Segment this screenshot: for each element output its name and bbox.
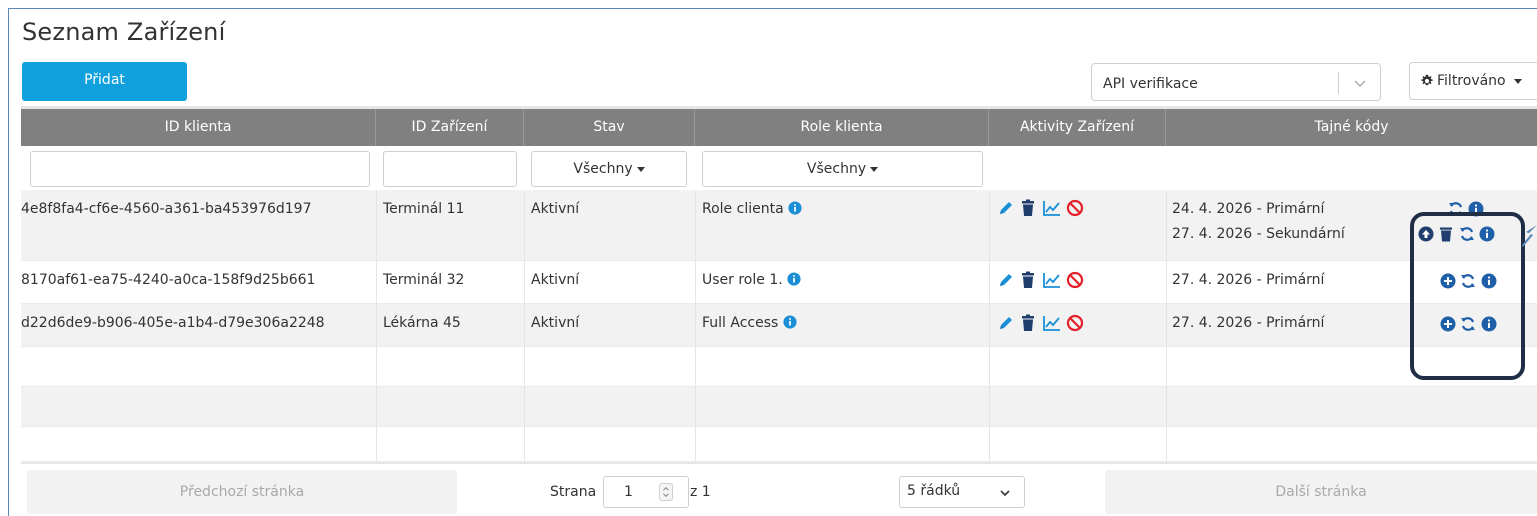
status-cell: Aktivní (531, 272, 580, 288)
caret-down-icon (636, 166, 645, 172)
column-header-role[interactable]: Role klienta (695, 109, 989, 146)
empty-row (21, 347, 1537, 387)
info-icon[interactable] (787, 272, 801, 286)
device-id-cell: Terminál 11 (383, 201, 465, 217)
chart-icon[interactable] (1042, 271, 1062, 289)
page-count-label: z 1 (690, 484, 711, 500)
page-label: Strana (550, 484, 597, 500)
table-header: ID klienta ID Zařízení Stav Role klienta… (21, 109, 1537, 146)
select-separator (1338, 72, 1339, 94)
chevron-down-icon (1000, 490, 1010, 497)
column-divider (989, 190, 990, 462)
role-filter-select[interactable]: Všechny (702, 151, 983, 187)
secret-primary: 27. 4. 2026 - Primární (1172, 272, 1325, 288)
device-id-cell: Lékárna 45 (383, 315, 461, 331)
client-id-cell: 8170af61-ea75-4240-a0ca-158f9d25b661 (21, 272, 316, 288)
device-id-filter-input[interactable] (383, 151, 517, 187)
add-button[interactable]: Přidat (22, 62, 187, 101)
rows-per-page-select[interactable]: 5 řádků (899, 476, 1025, 508)
gear-icon (1421, 74, 1433, 86)
prev-page-button[interactable]: Předchozí stránka (27, 470, 457, 514)
secret-primary: 24. 4. 2026 - Primární (1172, 201, 1325, 217)
info-icon[interactable] (783, 315, 797, 329)
pencil-icon[interactable] (997, 314, 1015, 332)
trash-icon[interactable] (1019, 314, 1037, 332)
column-header-device-id[interactable]: ID Zařízení (376, 109, 524, 146)
table-row: 4e8f8fa4-cf6e-4560-a361-ba453976d197 Ter… (21, 190, 1537, 261)
column-header-client-id[interactable]: ID klienta (21, 109, 376, 146)
trash-icon[interactable] (1019, 199, 1037, 217)
next-page-button[interactable]: Další stránka (1105, 470, 1537, 514)
caret-down-icon (1514, 78, 1523, 84)
rows-per-page-value: 5 řádků (907, 483, 961, 499)
ban-icon[interactable] (1066, 199, 1084, 217)
chart-icon[interactable] (1042, 314, 1062, 332)
role-cell: Role clienta (702, 201, 802, 217)
chart-icon[interactable] (1042, 199, 1062, 217)
devices-table: ID klienta ID Zařízení Stav Role klienta… (21, 106, 1537, 516)
filter-label: Filtrováno (1437, 73, 1523, 89)
empty-row (21, 387, 1537, 427)
role-cell: Full Access (702, 315, 797, 331)
pencil-icon[interactable] (997, 199, 1015, 217)
api-select-value: API verifikace (1103, 76, 1198, 92)
column-header-activities[interactable]: Aktivity Zařízení (989, 109, 1166, 146)
role-cell: User role 1. (702, 272, 801, 288)
secret-primary: 27. 4. 2026 - Primární (1172, 315, 1325, 331)
status-filter-select[interactable]: Všechny (531, 151, 687, 187)
filter-row: Všechny Všechny (21, 146, 1537, 190)
column-divider (524, 190, 525, 462)
chevron-down-icon[interactable] (1351, 70, 1369, 94)
spinner-icon[interactable] (659, 483, 673, 501)
role-text: Role clienta (702, 201, 784, 217)
ban-icon[interactable] (1066, 271, 1084, 289)
role-text: Full Access (702, 315, 779, 331)
caret-down-icon (870, 166, 879, 172)
client-id-cell: 4e8f8fa4-cf6e-4560-a361-ba453976d197 (21, 201, 312, 217)
filter-button[interactable]: Filtrováno (1409, 62, 1537, 100)
info-icon[interactable] (788, 201, 802, 215)
role-text: User role 1. (702, 272, 783, 288)
ban-icon[interactable] (1066, 314, 1084, 332)
page-number-input[interactable]: 1 (603, 476, 689, 508)
column-divider (1166, 190, 1167, 462)
client-id-cell: d22d6de9-b906-405e-a1b4-d79e306a2248 (21, 315, 325, 331)
page-title: Seznam Zařízení (22, 18, 226, 46)
status-cell: Aktivní (531, 315, 580, 331)
device-id-cell: Terminál 32 (383, 272, 465, 288)
column-divider (376, 190, 377, 462)
api-select[interactable]: API verifikace (1091, 63, 1381, 101)
table-row: d22d6de9-b906-405e-a1b4-d79e306a2248 Lék… (21, 304, 1537, 347)
page-number-value: 1 (624, 484, 633, 500)
callout-arrow-icon (1522, 225, 1537, 247)
status-cell: Aktivní (531, 201, 580, 217)
column-header-secrets[interactable]: Tajné kódy (1166, 109, 1537, 146)
activity-icons (997, 199, 1084, 221)
activity-icons (997, 271, 1084, 293)
column-header-status[interactable]: Stav (524, 109, 695, 146)
pencil-icon[interactable] (997, 271, 1015, 289)
table-row: 8170af61-ea75-4240-a0ca-158f9d25b661 Ter… (21, 261, 1537, 304)
empty-row (21, 427, 1537, 462)
secret-actions-highlight (1410, 212, 1525, 380)
client-id-filter-input[interactable] (30, 151, 370, 187)
activity-icons (997, 314, 1084, 336)
column-divider (695, 190, 696, 462)
pagination: Předchozí stránka Strana 1 z 1 5 řádků D… (21, 462, 1537, 516)
secret-secondary: 27. 4. 2026 - Sekundární (1172, 226, 1345, 242)
trash-icon[interactable] (1019, 271, 1037, 289)
